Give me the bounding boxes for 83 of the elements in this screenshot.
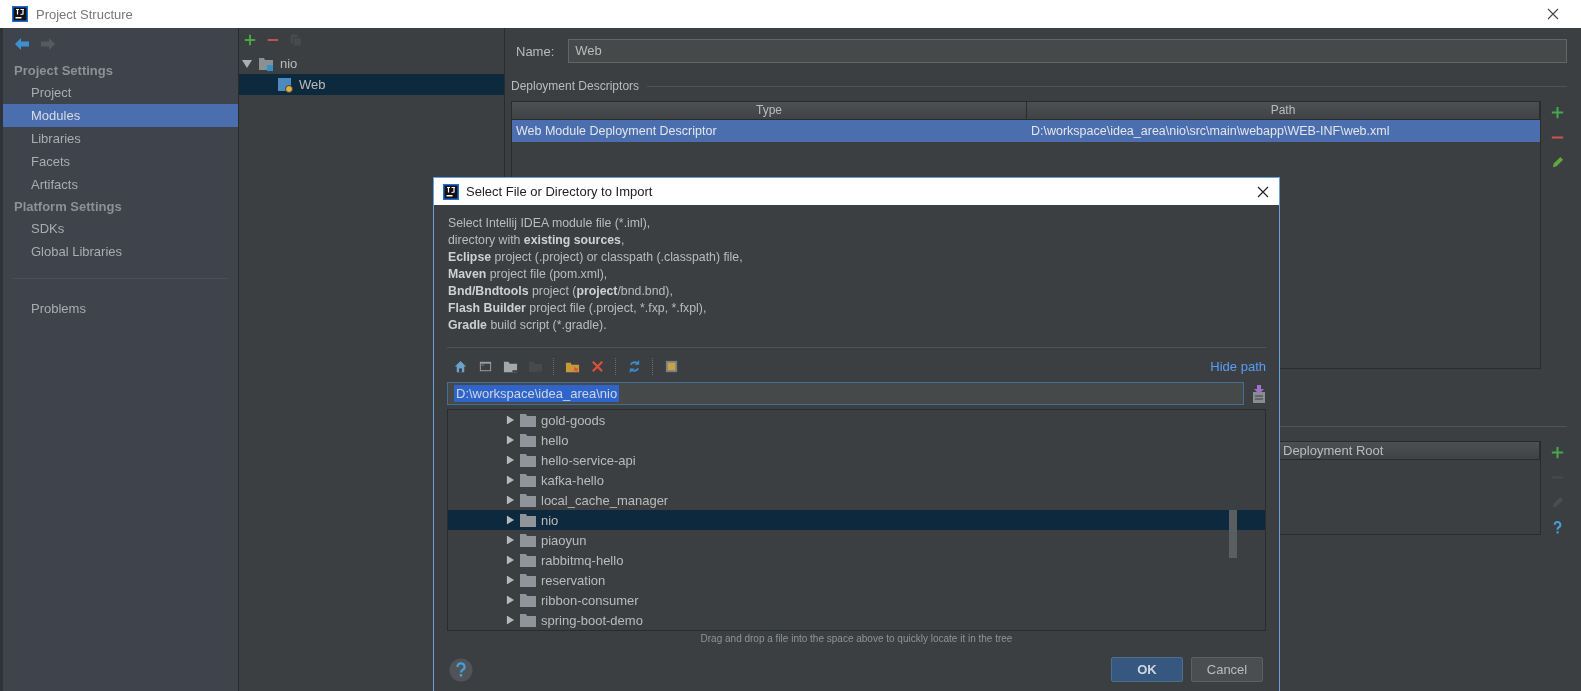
add-icon[interactable]	[243, 33, 257, 47]
hint-text: Drag and drop a file into the space above to quickly locate it in the tree	[699, 633, 1014, 644]
window-title: Project Structure	[36, 6, 133, 22]
sidebar-item[interactable]: Problems	[3, 297, 238, 320]
tree-node[interactable]: rabbitmq-hello	[448, 550, 1265, 570]
sidebar-item[interactable]: Modules	[3, 104, 238, 127]
sidebar-item[interactable]: Facets	[3, 150, 238, 173]
app-logo-icon	[443, 183, 459, 200]
path-field[interactable]: D:\workspace\idea_area\nio	[447, 382, 1244, 405]
grid-icon[interactable]	[664, 358, 679, 374]
folder-icon	[520, 613, 536, 627]
section-heading: Project Settings	[13, 62, 114, 80]
add-icon[interactable]	[1549, 445, 1565, 460]
tree-node[interactable]: reservation	[448, 570, 1265, 590]
folder-icon	[520, 513, 536, 527]
tree-node[interactable]: gold-goods	[448, 410, 1265, 430]
expand-arrow-icon[interactable]	[505, 455, 516, 465]
tree-node[interactable]: hello-service-api	[448, 450, 1265, 470]
description-line: Select Intellij IDEA module file (*.iml),	[448, 215, 652, 232]
ok-button[interactable]: OK	[1111, 657, 1183, 682]
tree-node[interactable]: nio	[448, 510, 1265, 530]
expand-arrow-icon[interactable]	[505, 595, 516, 605]
description-line: Maven project file (pom.xml),	[448, 266, 609, 283]
folder-icon	[520, 453, 536, 467]
description-line: Flash Builder project file (.project, *.fxp, *.fxpl),	[448, 300, 708, 317]
folder-icon	[520, 493, 536, 507]
table-row[interactable]: Web Module Deployment Descriptor D:\workspace\idea_area\nio\src\main\webapp\WEB-INF\web.xml	[512, 120, 1540, 142]
web-module-icon	[277, 76, 293, 93]
sidebar-item[interactable]: SDKs	[3, 217, 238, 240]
tree-node[interactable]: kafka-hello	[448, 470, 1265, 490]
expand-arrow-icon[interactable]	[505, 435, 516, 445]
app-logo-icon	[12, 6, 28, 22]
description-line: Gradle build script (*.gradle).	[448, 317, 608, 334]
sidebar-item[interactable]: Global Libraries	[3, 240, 238, 263]
folder-icon	[520, 533, 536, 547]
scrollbar[interactable]	[1229, 510, 1237, 558]
tree-node[interactable]: piaoyun	[448, 530, 1265, 550]
home-icon[interactable]	[453, 358, 468, 374]
sidebar-item[interactable]: Project	[3, 81, 238, 104]
folder-icon	[520, 433, 536, 447]
folder-icon	[520, 553, 536, 567]
back-icon[interactable]	[15, 38, 29, 50]
expand-arrow-icon[interactable]	[242, 58, 252, 69]
tree-node[interactable]: local_cache_manager	[448, 490, 1265, 510]
section-title: Deployment Descriptors	[511, 79, 640, 93]
expand-arrow-icon[interactable]	[505, 575, 516, 585]
description-line: Eclipse project (.project) or classpath (.classpath) file,	[448, 249, 744, 266]
expand-arrow-icon[interactable]	[505, 515, 516, 525]
close-icon[interactable]	[1257, 185, 1269, 198]
expand-arrow-icon[interactable]	[505, 415, 516, 425]
expand-arrow-icon[interactable]	[505, 615, 516, 625]
expand-arrow-icon[interactable]	[505, 475, 516, 485]
expand-arrow-icon[interactable]	[505, 555, 516, 565]
sidebar-item[interactable]: Artifacts	[3, 173, 238, 196]
refresh-icon[interactable]	[627, 358, 642, 374]
dialog-title: Select File or Directory to Import	[466, 184, 653, 199]
sidebar-item[interactable]: Libraries	[3, 127, 238, 150]
add-icon[interactable]	[1549, 105, 1565, 120]
folder-icon	[520, 593, 536, 607]
download-icon[interactable]	[1252, 384, 1266, 403]
delete-icon[interactable]	[590, 358, 605, 374]
section-heading: Platform Settings	[13, 198, 123, 216]
name-field[interactable]: Web	[568, 39, 1567, 63]
tree-node[interactable]: Web	[239, 74, 504, 95]
table-cell-text: D:\workspace\idea_area\nio\src\main\webapp\WEB-INF\web.xml	[1030, 124, 1391, 138]
folder-icon	[520, 573, 536, 587]
name-label: Name:	[516, 43, 555, 59]
tree-node[interactable]: spring-boot-demo	[448, 610, 1265, 630]
table-cell-text: Web Module Deployment Descriptor	[515, 124, 718, 138]
tree-node[interactable]: nio	[239, 53, 504, 74]
description-line: directory with existing sources,	[448, 232, 626, 249]
help-icon[interactable]	[449, 657, 473, 682]
tree-node[interactable]: hello	[448, 430, 1265, 450]
expand-arrow-icon[interactable]	[505, 495, 516, 505]
hide-path-link[interactable]: Hide path	[1210, 358, 1266, 374]
column-header[interactable]: Deployment Root	[1280, 442, 1540, 460]
module-folder-icon	[258, 55, 274, 72]
expand-arrow-icon[interactable]	[505, 535, 516, 545]
description-line: Bnd/Bndtools project (project/bnd.bnd),	[448, 283, 674, 300]
close-icon[interactable]	[1547, 8, 1559, 20]
tree-node[interactable]: ribbon-consumer	[448, 590, 1265, 610]
folder-icon	[520, 473, 536, 487]
cancel-button[interactable]: Cancel	[1191, 657, 1263, 682]
